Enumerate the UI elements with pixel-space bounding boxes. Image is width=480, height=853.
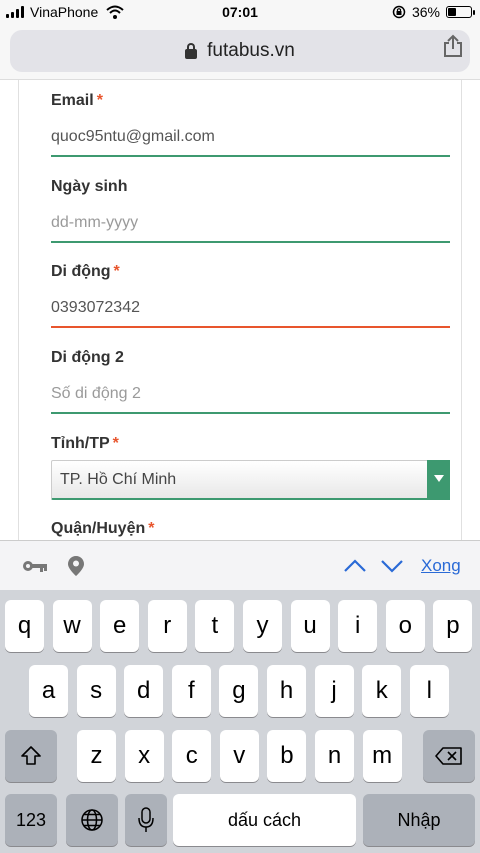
page-border	[18, 80, 19, 540]
key-q[interactable]: q	[5, 600, 44, 652]
phone-label: Di động *	[51, 263, 120, 280]
return-key[interactable]: Nhập	[363, 794, 475, 846]
shift-icon	[21, 746, 41, 765]
email-label: Email *	[51, 92, 103, 109]
birthday-field[interactable]: dd-mm-yyyy	[51, 214, 138, 232]
share-icon[interactable]	[442, 34, 464, 58]
key-m[interactable]: m	[362, 730, 402, 782]
key-n[interactable]: n	[315, 730, 354, 782]
key-l[interactable]: l	[409, 665, 449, 717]
phone-underline	[51, 326, 450, 328]
keyboard-accessory-bar: Xong	[0, 540, 480, 590]
key-d[interactable]: d	[124, 665, 164, 717]
lock-icon	[185, 43, 198, 59]
microphone-icon	[138, 807, 154, 832]
status-right: 36%	[392, 4, 475, 20]
backspace-icon	[435, 747, 462, 765]
chevron-up-icon[interactable]	[343, 556, 367, 576]
page-border	[461, 80, 462, 540]
key-x[interactable]: x	[124, 730, 164, 782]
key-e[interactable]: e	[100, 600, 140, 652]
key-f[interactable]: f	[171, 665, 211, 717]
key-w[interactable]: w	[52, 600, 92, 652]
chevron-down-icon[interactable]	[380, 556, 404, 576]
key-i[interactable]: i	[338, 600, 378, 652]
battery-icon	[446, 6, 475, 18]
done-button[interactable]: Xong	[421, 556, 461, 576]
url-text: futabus.vn	[207, 40, 295, 61]
dropdown-arrow-icon[interactable]	[427, 460, 450, 500]
microphone-key[interactable]	[125, 794, 167, 846]
key-k[interactable]: k	[362, 665, 402, 717]
browser-toolbar: futabus.vn	[0, 24, 480, 80]
district-label: Quận/Huyện *	[51, 520, 155, 537]
key-v[interactable]: v	[219, 730, 259, 782]
email-field[interactable]: quoc95ntu@gmail.com	[51, 128, 215, 146]
province-label: Tỉnh/TP *	[51, 435, 119, 452]
shift-key[interactable]	[5, 730, 57, 782]
key-o[interactable]: o	[385, 600, 425, 652]
space-key[interactable]: dấu cách	[173, 794, 356, 846]
key-r[interactable]: r	[147, 600, 187, 652]
key-y[interactable]: y	[243, 600, 282, 652]
key-b[interactable]: b	[267, 730, 307, 782]
province-value: TP. Hồ Chí Minh	[60, 471, 177, 488]
battery-percent: 36%	[411, 4, 440, 20]
location-pin-icon[interactable]	[67, 555, 85, 577]
key-a[interactable]: a	[29, 665, 68, 717]
battery-level	[448, 8, 456, 16]
birthday-label: Ngày sinh	[51, 178, 128, 195]
key-h[interactable]: h	[267, 665, 306, 717]
phone2-field[interactable]: Số di động 2	[51, 385, 141, 403]
keyboard: qwertyuiop asdfghjkl zxcvbnm 123 dấu các…	[0, 590, 480, 853]
province-select[interactable]: TP. Hồ Chí Minh	[51, 460, 450, 500]
birthday-underline	[51, 241, 450, 243]
key-u[interactable]: u	[290, 600, 330, 652]
form-page: Email * quoc95ntu@gmail.com Ngày sinh dd-…	[0, 80, 480, 540]
globe-key[interactable]	[66, 794, 118, 846]
key-c[interactable]: c	[172, 730, 212, 782]
key-t[interactable]: t	[195, 600, 235, 652]
key-g[interactable]: g	[219, 665, 259, 717]
key-icon[interactable]	[22, 558, 48, 574]
numbers-key[interactable]: 123	[5, 794, 57, 846]
key-p[interactable]: p	[433, 600, 473, 652]
orientation-lock-icon	[392, 5, 406, 19]
phone-field[interactable]: 0393072342	[51, 299, 140, 317]
globe-icon	[81, 809, 103, 831]
phone2-label: Di động 2	[51, 349, 124, 366]
key-s[interactable]: s	[76, 665, 116, 717]
key-z[interactable]: z	[77, 730, 116, 782]
email-underline	[51, 155, 450, 157]
key-j[interactable]: j	[314, 665, 354, 717]
address-bar[interactable]: futabus.vn	[10, 30, 470, 72]
backspace-key[interactable]	[423, 730, 475, 782]
phone2-underline	[51, 412, 450, 414]
status-bar: VinaPhone 07:01 36%	[0, 0, 480, 24]
